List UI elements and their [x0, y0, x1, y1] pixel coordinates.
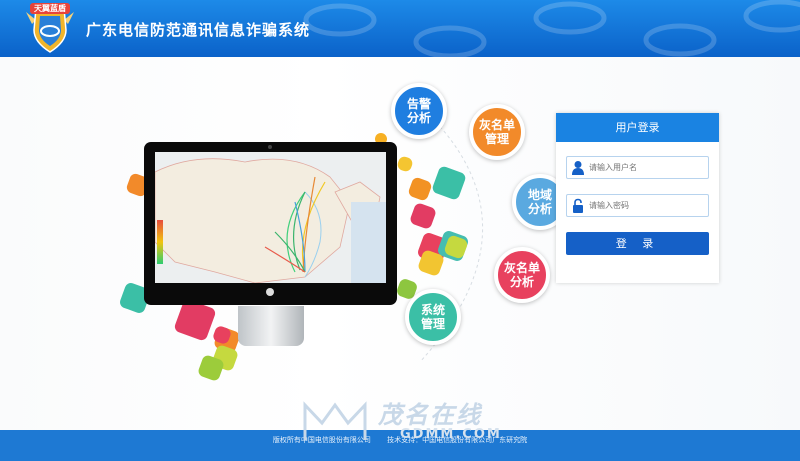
feature-line2: 分析 [527, 202, 552, 216]
feature-line2: 管理 [484, 132, 509, 146]
login-panel: 用户登录 登 录 [556, 113, 719, 283]
camera-dot-icon [268, 145, 272, 149]
feature-line1: 系统 [420, 303, 445, 317]
watermark: 茂名在线 GDMM.COM [300, 393, 540, 453]
system-title: 广东电信防范通讯信息诈骗系统 [86, 21, 311, 39]
monitor-stand [238, 306, 304, 346]
password-input[interactable] [589, 195, 707, 216]
feature-line1: 地域 [527, 188, 552, 202]
monitor-illustration [144, 142, 397, 305]
feature-line2: 管理 [420, 317, 445, 331]
lock-icon [573, 198, 583, 213]
password-field[interactable] [566, 194, 709, 217]
feature-line1: 告警 [406, 97, 431, 111]
feature-alarm-analysis[interactable]: 告警 分析 [391, 83, 447, 139]
login-title: 用户登录 [556, 113, 719, 142]
feature-line2: 分析 [509, 275, 534, 289]
username-input[interactable] [589, 157, 707, 178]
feature-line1: 灰名单 [478, 118, 515, 132]
user-icon [572, 161, 584, 175]
username-field[interactable] [566, 156, 709, 179]
feature-system-management[interactable]: 系统 管理 [405, 289, 461, 345]
feature-line1: 灰名单 [503, 261, 540, 275]
watermark-logo-icon [303, 401, 367, 440]
login-button[interactable]: 登 录 [566, 232, 709, 255]
feature-graylist-analysis[interactable]: 灰名单 分析 [494, 247, 550, 303]
logo-text: 天翼蓝盾 [34, 4, 66, 13]
header-bar: 天翼蓝盾 广东电信防范通讯信息诈骗系统 [0, 0, 800, 57]
telecom-pattern-decoration [303, 0, 800, 57]
watermark-en: GDMM.COM [400, 427, 502, 442]
map-screen [155, 152, 386, 283]
watermark-cn: 茂名在线 [378, 401, 482, 429]
feature-line2: 分析 [406, 111, 431, 125]
apple-logo-icon [266, 288, 274, 296]
china-map-illustration [155, 152, 386, 283]
feature-graylist-management[interactable]: 灰名单 管理 [469, 104, 525, 160]
